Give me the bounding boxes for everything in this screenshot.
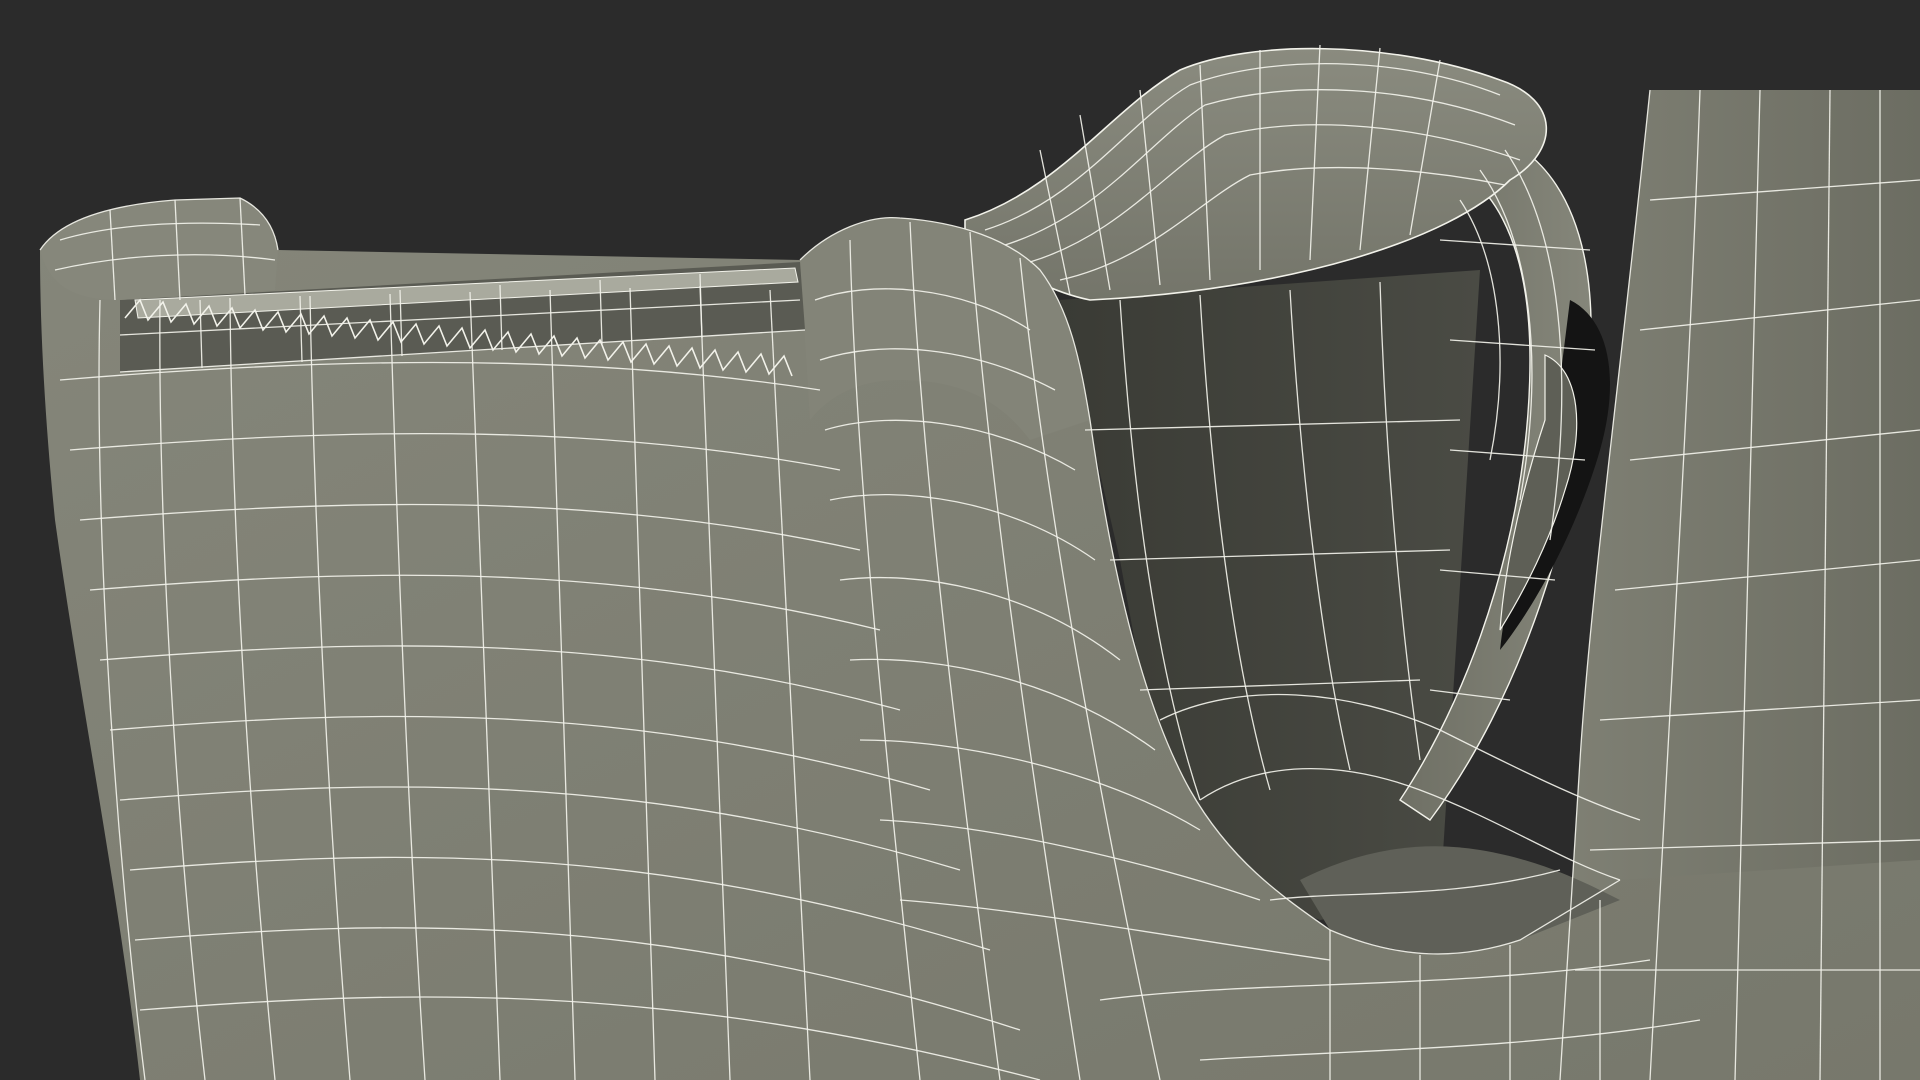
tape-dispenser-wireframe-render bbox=[0, 0, 1920, 1080]
